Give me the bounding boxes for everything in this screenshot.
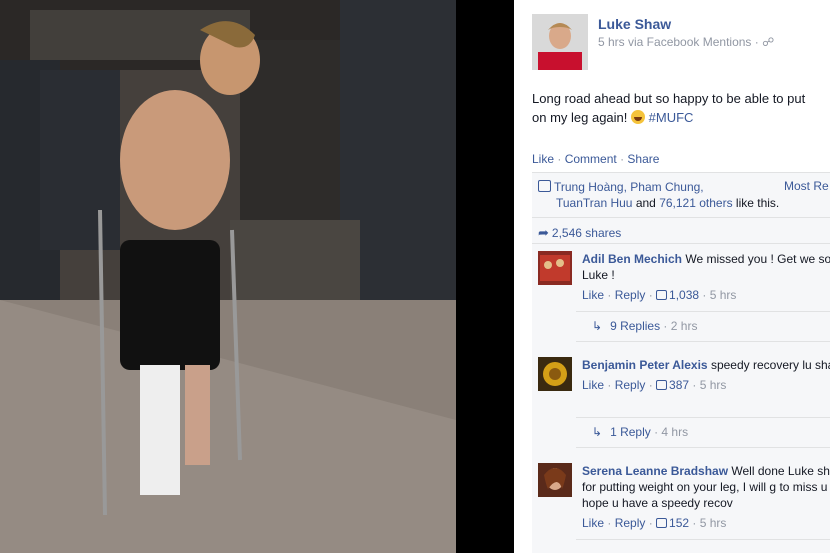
commenter-avatar[interactable] [538,463,572,497]
feedback-section: Trung Hoàng, Pham Chung, TuanTran Huu an… [532,172,830,553]
view-replies-link[interactable]: ↳ 1 Reply · 4 hrs [592,425,688,439]
separator: · [604,516,615,530]
separator: · [645,288,657,302]
separator: · [645,378,657,392]
view-replies-link[interactable]: ↳ 9 Replies · 2 hrs [592,319,697,333]
divider [532,217,830,218]
comment-time[interactable]: 5 hrs [700,516,727,530]
thumbs-up-icon [656,290,668,300]
photo-image [0,0,456,553]
most-relevant-dropdown[interactable]: Most Re [784,179,829,193]
likers-and: and [632,196,660,210]
replies-count: 1 Reply [610,425,651,439]
likers-names[interactable]: Trung Hoàng, Pham Chung, [554,180,704,194]
post-author-name[interactable]: Luke Shaw [598,16,671,32]
replies-count: 9 Replies [610,319,661,333]
separator: · [645,516,657,530]
post-timestamp[interactable]: 5 hrs via Facebook Mentions · [598,35,759,49]
post-text: Long road ahead but so happy to be able … [532,89,830,127]
hashtag-link[interactable]: #MUFC [649,110,694,125]
comment-author[interactable]: Serena Leanne Bradshaw [582,464,728,478]
comment-author[interactable]: Adil Ben Mechich [582,252,682,266]
separator: · [689,516,700,530]
commenter-avatar[interactable] [538,251,572,285]
post-meta: 5 hrs via Facebook Mentions · ☍ [598,35,774,49]
shares-count: 2,546 shares [551,226,622,240]
separator: · [689,378,700,392]
grin-emoji-icon [631,110,646,124]
comment-like-count[interactable]: 387 [669,378,689,392]
like-button[interactable]: Like [532,152,554,166]
separator: · [660,319,671,333]
likers-suffix: like this. [732,196,780,210]
separator: · [604,288,615,302]
replies-time: 4 hrs [661,425,689,439]
globe-icon: ☍ [762,35,775,49]
thumbs-up-icon [656,380,668,390]
comment-body: Benjamin Peter Alexis speedy recovery lu… [582,357,830,393]
separator: · [699,288,710,302]
separator: · [557,152,565,166]
comment-reply-button[interactable]: Reply [615,516,646,530]
shares-link[interactable]: ➦ 2,546 shares [538,225,621,241]
comment-actions: Like · Reply · 387 · 5 hrs [582,377,830,393]
comment-time[interactable]: 5 hrs [710,288,737,302]
post-photo[interactable] [0,0,456,553]
divider [576,417,830,418]
divider [576,447,830,448]
comment-like-button[interactable]: Like [582,378,604,392]
author-avatar[interactable] [532,14,588,70]
comment-reply-button[interactable]: Reply [615,288,646,302]
comment-time[interactable]: 5 hrs [700,378,727,392]
comment-reply-button[interactable]: Reply [615,378,646,392]
share-arrow-icon: ➦ [538,225,549,240]
post-actions: Like · Comment · Share [532,152,659,166]
post-side-panel: Luke Shaw 5 hrs via Facebook Mentions · … [514,0,830,553]
commenter-avatar[interactable] [538,357,572,391]
likers-name-last[interactable]: TuanTran Huu [538,196,632,210]
divider [576,539,830,540]
photo-gap [456,0,514,553]
comment-body: Serena Leanne Bradshaw Well done Luke sh… [582,463,830,531]
likers-others-link[interactable]: 76,121 others [659,196,732,210]
divider [576,341,830,342]
thumbs-up-icon [538,180,551,192]
post-text-line2: on my leg again! [532,110,628,125]
separator: · [650,425,662,439]
thumbs-up-icon [656,518,668,528]
comment-actions: Like · Reply · 152 · 5 hrs [582,515,830,531]
divider [576,311,830,312]
comment-like-button[interactable]: Like [582,288,604,302]
comment-author[interactable]: Benjamin Peter Alexis [582,358,708,372]
comment-like-button[interactable]: Like [582,516,604,530]
comment-like-count[interactable]: 1,038 [669,288,699,302]
separator: · [604,378,615,392]
post-text-line1: Long road ahead but so happy to be able … [532,91,806,106]
divider [532,243,830,244]
comment-body: Adil Ben Mechich We missed you ! Get we … [582,251,830,303]
share-button[interactable]: Share [627,152,659,166]
comment-text: speedy recovery lu shaw [707,358,830,372]
comment-actions: Like · Reply · 1,038 · 5 hrs [582,287,830,303]
comment-like-count[interactable]: 152 [669,516,689,530]
comment-button[interactable]: Comment [565,152,617,166]
reply-arrow-icon: ↳ [592,425,603,439]
replies-time: 2 hrs [670,319,698,333]
reply-arrow-icon: ↳ [592,319,603,333]
